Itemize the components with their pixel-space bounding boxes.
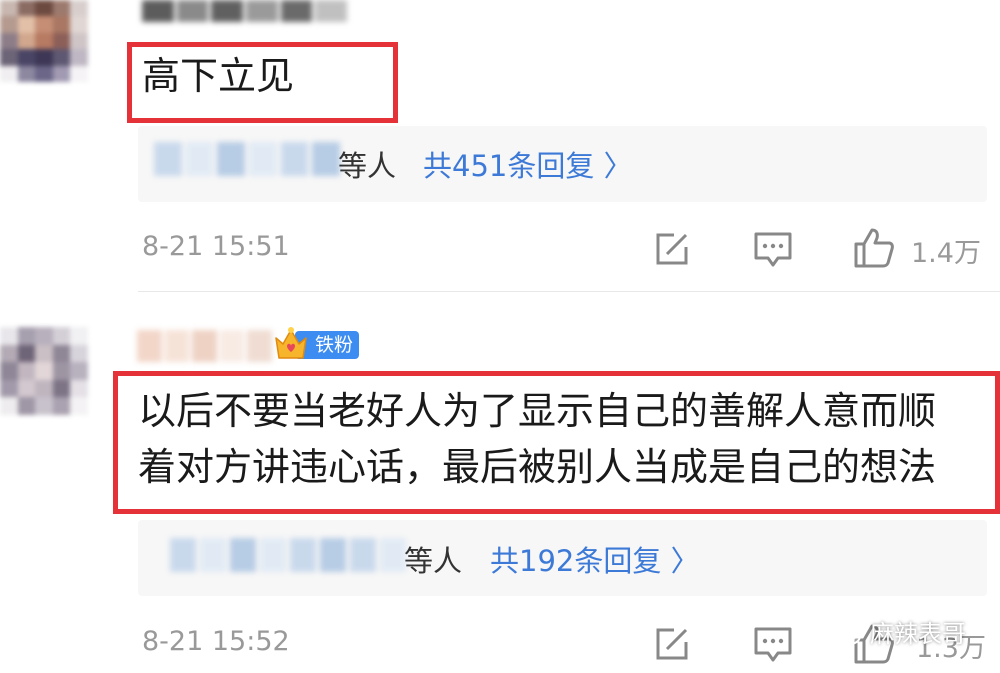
reply-authors-suffix: 等人 bbox=[404, 544, 463, 578]
comment-icon[interactable] bbox=[752, 625, 794, 665]
reply-authors-blurred bbox=[154, 142, 341, 176]
reply-authors-suffix: 等人 bbox=[338, 149, 397, 183]
comment-text: 高下立见 bbox=[142, 54, 295, 98]
repost-icon[interactable] bbox=[652, 624, 692, 664]
crown-icon bbox=[275, 327, 307, 359]
comment-divider bbox=[138, 291, 1000, 292]
comment-time: 8-21 15:52 bbox=[142, 626, 290, 657]
reply-authors-blurred bbox=[170, 538, 406, 572]
avatar[interactable] bbox=[0, 327, 88, 415]
view-replies-link[interactable]: 共451条回复 〉 bbox=[423, 143, 633, 185]
view-replies-link[interactable]: 共192条回复 〉 bbox=[490, 538, 700, 580]
wechat-icon bbox=[829, 618, 861, 645]
thumbs-up-icon[interactable] bbox=[852, 226, 896, 270]
comment-time: 8-21 15:51 bbox=[142, 231, 290, 262]
username-blurred[interactable] bbox=[142, 0, 347, 22]
repost-icon[interactable] bbox=[652, 229, 692, 269]
watermark: 麻辣表哥 bbox=[828, 614, 966, 649]
comment-icon[interactable] bbox=[752, 230, 794, 270]
username-blurred[interactable] bbox=[137, 330, 272, 362]
watermark-text: 麻辣表哥 bbox=[870, 620, 966, 648]
avatar[interactable] bbox=[0, 0, 88, 82]
comment-text-line-1: 以后不要当老好人为了显示自己的善解人意而顺 bbox=[138, 389, 937, 433]
fan-badge[interactable]: 铁粉 bbox=[273, 326, 360, 364]
comment-text-line-2: 着对方讲违心话，最后被别人当成是自己的想法 bbox=[138, 445, 937, 489]
like-count: 1.4万 bbox=[911, 238, 981, 269]
